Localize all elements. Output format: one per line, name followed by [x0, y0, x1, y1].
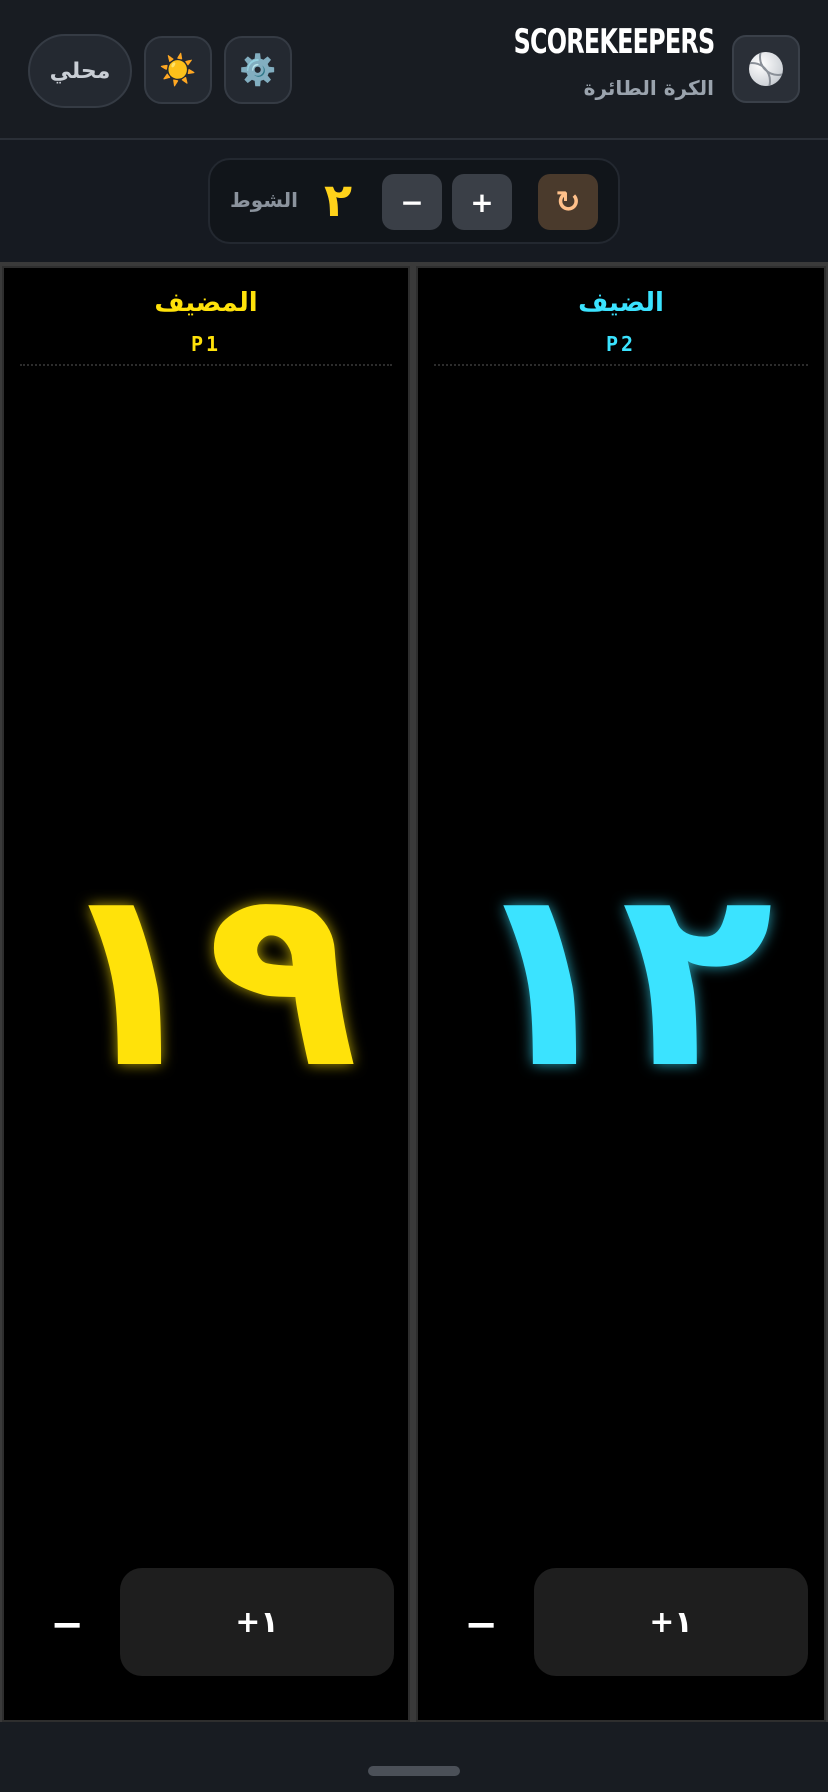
home-score[interactable]: ١٩	[4, 828, 408, 1128]
home-team-name[interactable]: المضيف	[4, 288, 408, 318]
theme-toggle-button[interactable]: ☀️	[144, 36, 212, 104]
sets-area: الشوط ٢ − + ↻	[0, 142, 828, 262]
reset-icon: ↻	[555, 184, 581, 220]
home-divider	[20, 364, 392, 366]
sun-icon: ☀️	[159, 52, 197, 88]
away-increment-button[interactable]: +١	[534, 1568, 808, 1676]
sets-decrement-button[interactable]: −	[382, 174, 442, 230]
scoreboard: المضيف P1 ١٩ − +١ الضيف P2 ١٢ − +١	[0, 262, 828, 1722]
away-decrement-button[interactable]: −	[446, 1602, 516, 1648]
away-score[interactable]: ١٢	[418, 828, 824, 1128]
sets-increment-button[interactable]: +	[452, 174, 512, 230]
sets-count: ٢	[324, 173, 353, 227]
home-decrement-button[interactable]: −	[32, 1602, 102, 1648]
volleyball-icon	[749, 52, 783, 86]
home-team-tag: P1	[190, 332, 222, 356]
sets-control: الشوط ٢ − + ↻	[208, 158, 620, 244]
sport-subtitle: الكرة الطائرة	[583, 76, 714, 100]
away-team-name[interactable]: الضيف	[418, 288, 824, 318]
away-divider	[434, 364, 808, 366]
away-team-panel[interactable]: الضيف P2 ١٢ − +١	[416, 266, 826, 1722]
bottom-bar	[0, 1722, 828, 1792]
home-indicator[interactable]	[368, 1766, 460, 1776]
mode-button[interactable]: محلي	[28, 34, 132, 108]
away-team-tag: P2	[605, 332, 637, 356]
sets-label: الشوط	[229, 188, 298, 212]
settings-button[interactable]: ⚙️	[224, 36, 292, 104]
app-logo-button[interactable]	[732, 35, 800, 103]
home-team-panel[interactable]: المضيف P1 ١٩ − +١	[2, 266, 410, 1722]
app-header: SCOREKEEPERS الكرة الطائرة محلي ☀️ ⚙️	[0, 0, 828, 140]
reset-button[interactable]: ↻	[538, 174, 598, 230]
app-title: SCOREKEEPERS	[513, 22, 715, 62]
gear-icon: ⚙️	[239, 52, 277, 88]
home-increment-button[interactable]: +١	[120, 1568, 394, 1676]
